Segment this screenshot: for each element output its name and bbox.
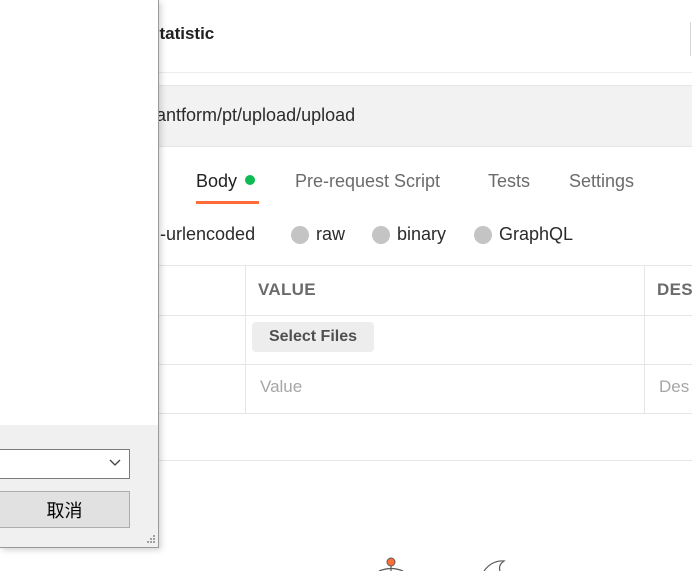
description-input[interactable]: Des: [659, 377, 689, 397]
section-divider: [150, 460, 692, 461]
file-open-dialog: 取消: [0, 0, 159, 548]
column-header-description: DES: [657, 280, 692, 299]
table-row-border: [150, 364, 692, 365]
column-header-value: VALUE: [258, 280, 316, 299]
tab-active-underline: [196, 201, 259, 204]
select-files-button[interactable]: Select Files: [252, 322, 374, 352]
file-type-select[interactable]: [0, 449, 130, 479]
tab-tests[interactable]: Tests: [488, 171, 530, 192]
tab-settings[interactable]: Settings: [569, 171, 634, 192]
radio-binary[interactable]: [372, 226, 390, 244]
request-title[interactable]: statistic: [150, 24, 214, 44]
radio-raw[interactable]: [291, 226, 309, 244]
radio-raw-label[interactable]: raw: [316, 224, 345, 245]
tab-body-label: Body: [196, 171, 238, 191]
tab-pre-request-script[interactable]: Pre-request Script: [295, 171, 440, 192]
body-active-dot: [245, 175, 256, 185]
table-top-border: [150, 265, 692, 266]
column-divider: [245, 265, 246, 414]
header-separator: [690, 22, 691, 56]
column-divider: [644, 265, 645, 414]
radio-graphql[interactable]: [474, 226, 492, 244]
tab-body[interactable]: Body: [196, 171, 256, 192]
url-bar[interactable]: antform/pt/upload/upload: [150, 85, 692, 147]
table-row-border: [150, 413, 692, 414]
radio-binary-label[interactable]: binary: [397, 224, 446, 245]
chevron-down-icon: [109, 459, 121, 466]
radio-urlencoded-label[interactable]: n-urlencoded: [150, 224, 255, 245]
empty-state-illustration: [378, 557, 506, 571]
dialog-footer: [0, 425, 158, 547]
value-input[interactable]: Value: [260, 377, 302, 397]
resize-grip-icon[interactable]: [146, 534, 156, 544]
table-header-border: [150, 315, 692, 316]
radio-graphql-label[interactable]: GraphQL: [499, 224, 573, 245]
url-input[interactable]: antform/pt/upload/upload: [156, 105, 355, 126]
cancel-button[interactable]: 取消: [0, 491, 130, 528]
